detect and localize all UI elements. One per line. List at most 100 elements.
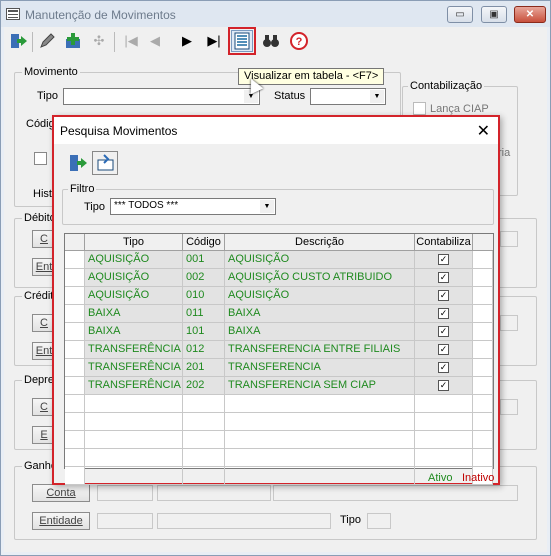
select-record-icon[interactable] — [92, 151, 118, 175]
codigo-label: Códig — [26, 118, 55, 130]
filler-cell — [473, 395, 493, 413]
restore-button[interactable]: ▣ — [481, 6, 507, 23]
exit-icon[interactable] — [66, 151, 90, 175]
debito-field — [500, 231, 518, 247]
credito-field — [500, 315, 518, 331]
table-row — [65, 431, 493, 449]
lanca-ciap-label: Lança CIAP — [430, 103, 489, 115]
filler-cell — [65, 251, 85, 269]
descricao-cell — [225, 395, 415, 413]
table-row[interactable]: TRANSFERÊNCIA 201 TRANSFERENCIA ✓ — [65, 359, 493, 377]
table-row[interactable]: BAIXA 101 BAIXA ✓ — [65, 323, 493, 341]
dialog-close-button[interactable]: ✕ — [477, 121, 490, 141]
pesquisa-movimentos-dialog: Pesquisa Movimentos ✕ Filtro Tipo *** TO… — [52, 115, 500, 485]
dialog-title: Pesquisa Movimentos — [60, 124, 178, 138]
table-row[interactable]: AQUISIÇÃO 010 AQUISIÇÃO ✓ — [65, 287, 493, 305]
tipo-cell: TRANSFERÊNCIA — [85, 377, 183, 395]
add-icon[interactable] — [62, 30, 84, 52]
codigo-cell: 201 — [183, 359, 225, 377]
codigo-cell: 012 — [183, 341, 225, 359]
codigo-cell: 010 — [183, 287, 225, 305]
tipo-cell: BAIXA — [85, 305, 183, 323]
title-bar: Manutenção de Movimentos ▭ ▣ ✕ — [1, 1, 550, 27]
binoculars-icon[interactable] — [260, 30, 282, 52]
inativo-legend: Inativo — [462, 472, 495, 484]
tipo-cell: TRANSFERÊNCIA — [85, 359, 183, 377]
filler-cell — [473, 305, 493, 323]
table-row[interactable]: AQUISIÇÃO 002 AQUISIÇÃO CUSTO ATRIBUIDO ✓ — [65, 269, 493, 287]
checkbox-checked[interactable]: ✓ — [438, 326, 449, 337]
previous-record-icon[interactable]: ◀ — [144, 30, 166, 52]
table-row[interactable]: TRANSFERÊNCIA 202 TRANSFERENCIA SEM CIAP ✓ — [65, 377, 493, 395]
column-header-codigo[interactable]: Código — [183, 234, 225, 251]
filler-cell — [65, 359, 85, 377]
entidade-code-field — [97, 513, 153, 529]
tipo-cell: BAIXA — [85, 323, 183, 341]
remove-icon[interactable]: ✣ — [88, 30, 110, 52]
checkbox-checked[interactable]: ✓ — [438, 254, 449, 265]
entidade-button[interactable]: Entidade — [32, 512, 90, 530]
table-row[interactable]: TRANSFERÊNCIA 012 TRANSFERENCIA ENTRE FILI… — [65, 341, 493, 359]
filler-cell — [65, 431, 85, 449]
contabiliza-cell — [415, 395, 473, 413]
checkbox-checked[interactable]: ✓ — [438, 290, 449, 301]
movimento-label: Movimento — [22, 66, 80, 78]
descricao-cell — [225, 449, 415, 467]
codigo-cell: 001 — [183, 251, 225, 269]
checkbox-checked[interactable]: ✓ — [438, 308, 449, 319]
scroll-header — [473, 234, 493, 251]
checkbox[interactable] — [34, 152, 47, 165]
filler-cell — [473, 377, 493, 395]
checkbox-checked[interactable]: ✓ — [438, 344, 449, 355]
contabiliza-cell — [415, 431, 473, 449]
filler-cell — [65, 323, 85, 341]
edit-pencil-icon[interactable] — [36, 30, 58, 52]
filler-cell — [65, 305, 85, 323]
tipo-select[interactable]: ▼ — [63, 88, 260, 105]
first-record-icon[interactable]: |◀ — [120, 30, 142, 52]
next-record-icon[interactable]: ▶ — [176, 30, 198, 52]
lanca-ciap-checkbox[interactable] — [413, 102, 426, 115]
close-button[interactable]: ✕ — [514, 6, 546, 23]
column-header-descricao[interactable]: Descrição — [225, 234, 415, 251]
filler-cell — [473, 269, 493, 287]
codigo-cell: 101 — [183, 323, 225, 341]
checkbox-checked[interactable]: ✓ — [438, 380, 449, 391]
column-header-contabiliza[interactable]: Contabiliza — [415, 234, 473, 251]
descricao-cell: AQUISIÇÃO — [225, 287, 415, 305]
app-icon — [6, 8, 20, 20]
contabiliza-cell: ✓ — [415, 359, 473, 377]
filler-cell — [65, 449, 85, 467]
column-header-tipo[interactable]: Tipo — [85, 234, 183, 251]
toolbar-separator — [32, 32, 33, 52]
last-record-icon[interactable]: ▶| — [203, 30, 225, 52]
filler-cell — [65, 269, 85, 287]
checkbox-checked[interactable]: ✓ — [438, 272, 449, 283]
minimize-button[interactable]: ▭ — [447, 6, 473, 23]
codigo-cell — [183, 413, 225, 431]
status-select[interactable]: ▼ — [310, 88, 386, 105]
table-row — [65, 413, 493, 431]
conta-button[interactable]: Conta — [32, 484, 90, 502]
descricao-cell — [225, 431, 415, 449]
contabiliza-cell: ✓ — [415, 341, 473, 359]
codigo-cell — [183, 431, 225, 449]
contabiliza-cell — [415, 449, 473, 467]
movimentos-table: Tipo Código Descrição Contabiliza AQUISI… — [64, 233, 494, 485]
depre-label: Depre — [22, 374, 56, 386]
filler-cell — [65, 377, 85, 395]
checkbox-checked[interactable]: ✓ — [438, 362, 449, 373]
chevron-down-icon: ▼ — [260, 200, 274, 213]
exit-icon[interactable] — [8, 30, 30, 52]
descricao-cell: AQUISIÇÃO CUSTO ATRIBUIDO — [225, 269, 415, 287]
table-row[interactable]: BAIXA 011 BAIXA ✓ — [65, 305, 493, 323]
table-row[interactable]: AQUISIÇÃO 001 AQUISIÇÃO ✓ — [65, 251, 493, 269]
tipo-label: Tipo — [37, 90, 58, 102]
tipo-cell: TRANSFERÊNCIA — [85, 341, 183, 359]
filtro-tipo-select[interactable]: *** TODOS *** ▼ — [110, 198, 276, 215]
tipo-cell: AQUISIÇÃO — [85, 287, 183, 305]
help-icon[interactable]: ? — [288, 30, 310, 52]
tipo-ganho-label: Tipo — [340, 514, 361, 526]
table-view-icon[interactable] — [228, 27, 256, 55]
filler-cell — [473, 323, 493, 341]
